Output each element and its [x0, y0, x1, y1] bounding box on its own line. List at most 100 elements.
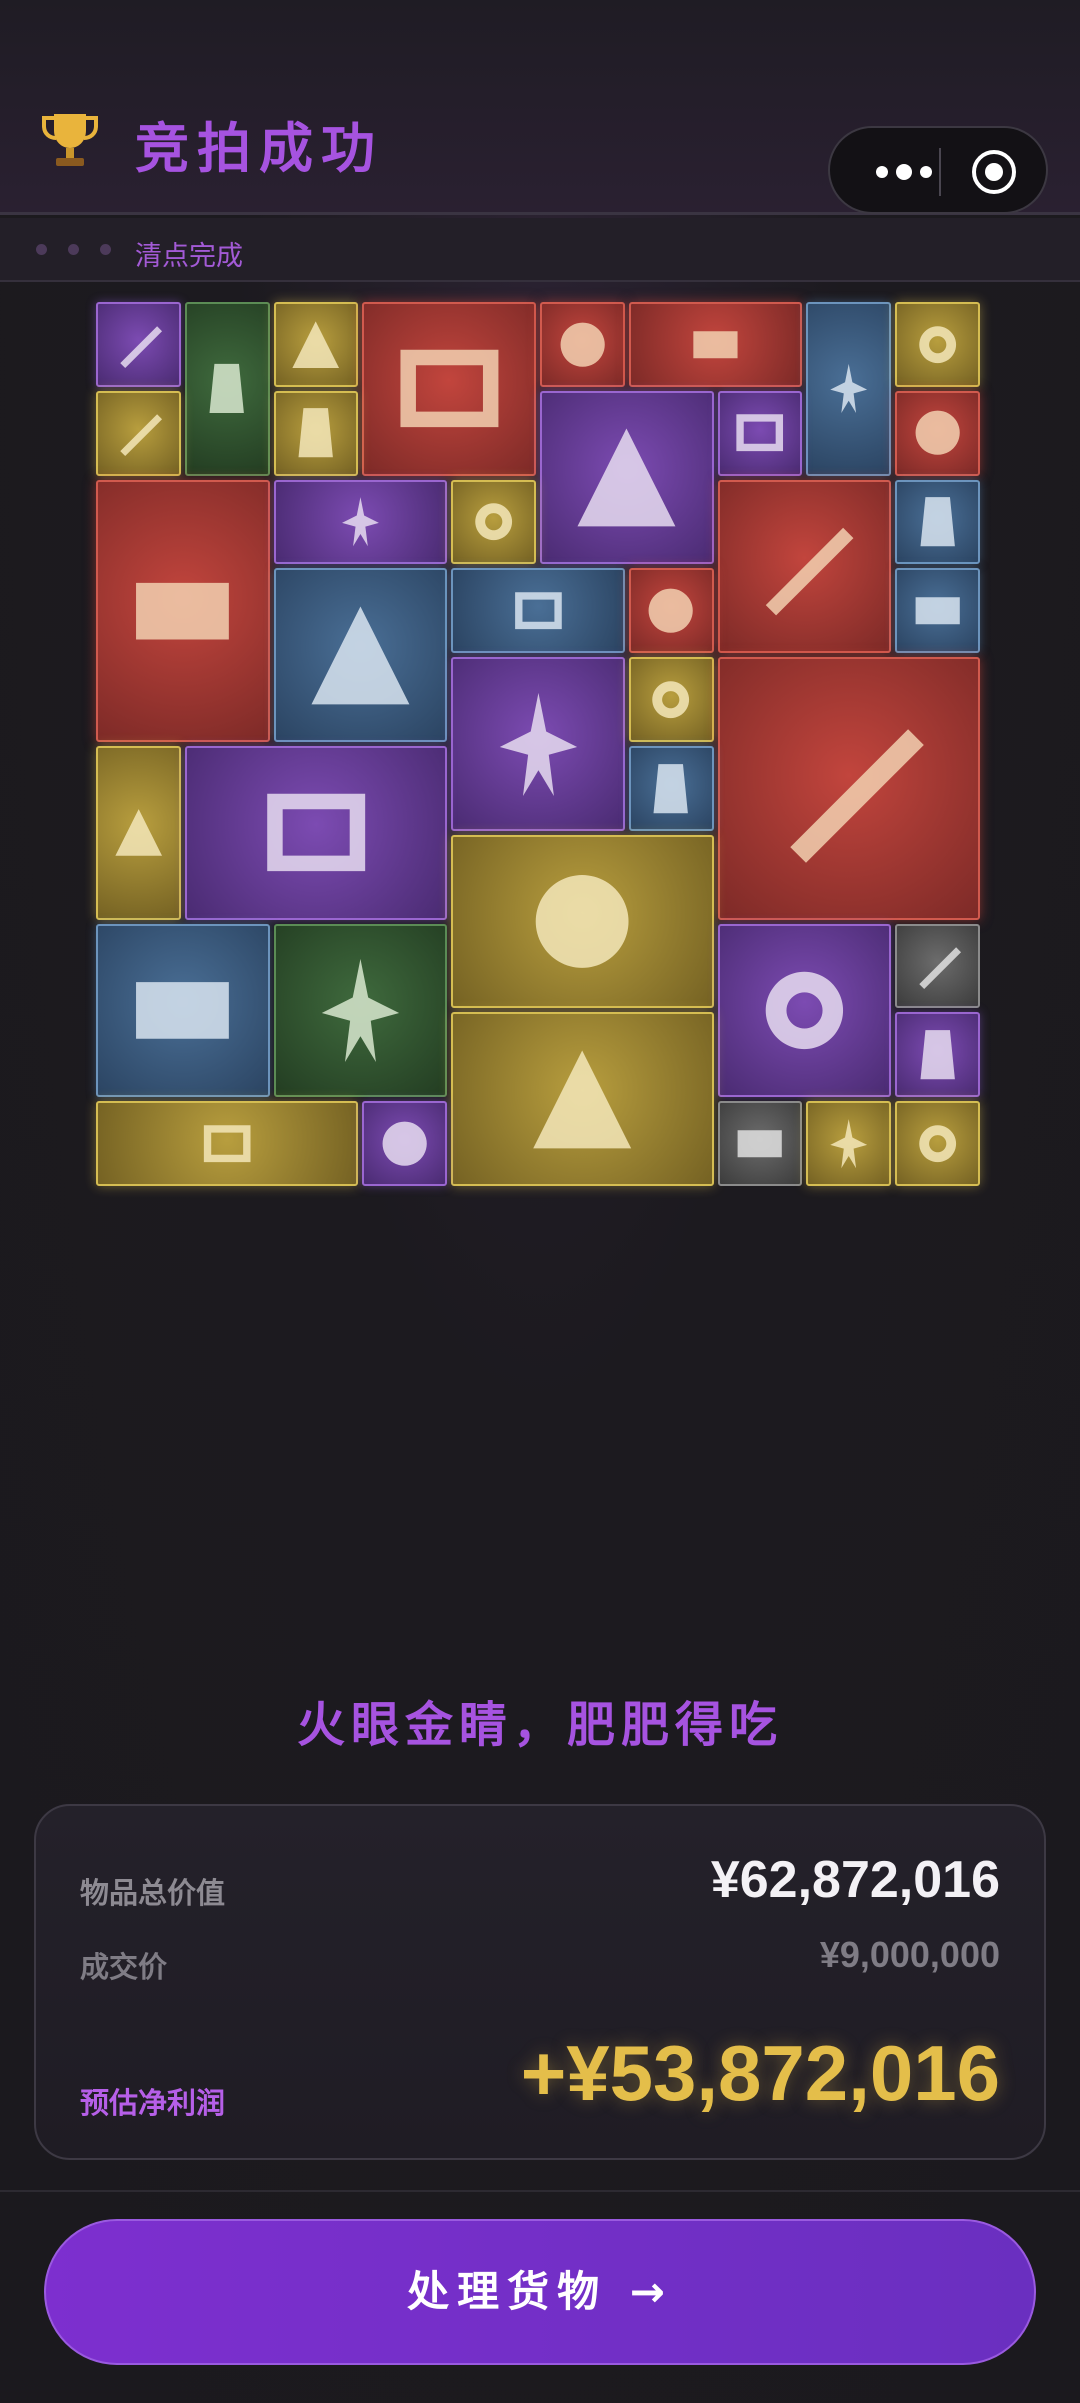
edc-pack-icon	[341, 497, 379, 547]
chip-icon	[919, 1125, 956, 1162]
loot-item-angle-grinder	[273, 923, 448, 1098]
bottle-icon	[652, 681, 690, 718]
progress-label: 清点完成	[135, 241, 243, 272]
progress-strip: 清点完成	[0, 218, 1080, 282]
power-meter-icon	[119, 414, 162, 457]
progress-dot	[36, 244, 47, 255]
ring-icon	[919, 325, 956, 363]
loot-item-framed-painting	[717, 657, 980, 920]
progress-dot	[68, 244, 79, 255]
generator-icon	[535, 875, 629, 968]
summary-card: 物品总价值 ¥62,872,016 成交价 ¥9,000,000 预估净利润 +…	[34, 1804, 1046, 2160]
orb-icon	[649, 588, 694, 633]
header-bar: 竞拍成功	[0, 0, 1080, 215]
loot-item-grinding-wheel	[895, 923, 980, 1009]
loot-item-orb	[628, 568, 714, 654]
loot-item-disk-drive	[806, 1101, 892, 1186]
loot-item-bust-statue	[96, 479, 270, 742]
loot-item-syringe	[362, 1101, 448, 1186]
caliper-icon	[920, 497, 955, 547]
smartwatch-icon	[653, 763, 689, 813]
target-circle-icon[interactable]	[970, 148, 1018, 196]
loot-item-caliper	[895, 479, 980, 565]
trophy-icon	[42, 114, 98, 166]
loot-item-smartwatch	[628, 746, 714, 831]
disk-drive-icon	[830, 1119, 868, 1169]
total-value-label: 物品总价值	[80, 1876, 226, 1910]
loot-item-chip	[895, 1101, 980, 1186]
drill-icon	[514, 592, 562, 630]
tin-can-icon	[920, 1030, 955, 1080]
engine-module-icon	[400, 350, 499, 428]
total-value: ¥62,872,016	[710, 1851, 1000, 1909]
loot-item-generator	[451, 1012, 714, 1186]
loot-item-coffee-machine	[540, 390, 714, 565]
loot-item-tin-can	[895, 1012, 980, 1098]
loot-item-figurine	[96, 746, 181, 920]
angle-grinder-icon	[321, 958, 400, 1062]
white-vest-icon	[736, 414, 784, 452]
lab-device-icon	[765, 971, 843, 1050]
page-title: 竞拍成功	[135, 117, 383, 180]
deal-price: ¥9,000,000	[819, 1934, 1000, 1975]
deal-price-label: 成交价	[80, 1950, 168, 1984]
loot-item-radio-device	[717, 479, 892, 654]
orb-icon	[560, 322, 605, 367]
loot-item-tiara	[96, 1101, 359, 1186]
loot-item-power-meter	[96, 390, 181, 476]
loot-item-car-battery	[184, 746, 448, 920]
loot-item-ballerina-statue	[806, 302, 892, 476]
snack-pack-icon	[292, 321, 340, 368]
progress-dot	[100, 244, 111, 255]
figurine-icon	[115, 809, 162, 857]
grinding-wheel-icon	[919, 947, 961, 990]
hard-drive-icon	[499, 692, 577, 796]
loot-item-mp3-player	[895, 568, 980, 654]
loot-item-compass	[895, 390, 980, 476]
loot-item-generator	[451, 834, 714, 1009]
loot-item-knife	[96, 302, 181, 387]
profit-label: 预估净利润	[80, 2086, 226, 2120]
car-battery-icon	[267, 794, 365, 872]
profit-value: +¥53,872,016	[520, 2029, 1000, 2117]
multimeter-icon	[475, 503, 512, 541]
syringe-icon	[382, 1121, 427, 1166]
loot-item-mouse	[717, 1101, 803, 1186]
coffee-machine-icon	[577, 428, 676, 527]
process-goods-button[interactable]: 处理货物 →	[44, 2219, 1036, 2365]
loot-item-hard-drive	[451, 657, 625, 831]
loot-item-bottle	[628, 657, 714, 742]
generator-icon	[533, 1050, 632, 1149]
loot-item-engine-module	[362, 302, 536, 476]
coffee-bag-icon	[209, 364, 245, 414]
mp3-player-icon	[915, 597, 960, 625]
knife-icon	[119, 325, 162, 368]
loot-item-lab-device	[717, 923, 892, 1098]
loot-grid	[94, 300, 982, 1188]
more-dots-icon[interactable]	[864, 150, 944, 194]
mouse-icon	[737, 1130, 783, 1158]
loot-item-multimeter	[451, 479, 536, 565]
auction-result-page: 竞拍成功 清点完成 火眼金睛，肥肥得吃 物品总价值 ¥62,872,016 成交…	[0, 0, 1080, 2403]
capsule-divider	[939, 148, 941, 196]
compass-icon	[915, 411, 960, 456]
mini-program-capsule	[828, 126, 1048, 214]
loot-item-orb	[540, 302, 625, 387]
bust-statue-icon	[136, 582, 230, 640]
tablet-device-icon	[693, 330, 738, 358]
radio-device-icon	[765, 527, 854, 616]
footer-divider	[0, 2190, 1080, 2192]
loot-item-magazine	[96, 923, 270, 1098]
magazine-icon	[136, 982, 230, 1039]
ballerina-statue-icon	[830, 364, 868, 414]
loot-item-thermometer-display	[273, 568, 448, 742]
tiara-icon	[203, 1125, 251, 1162]
loot-item-coffee-bag	[184, 302, 270, 476]
ssd-icon	[298, 408, 334, 458]
framed-painting-icon	[789, 729, 924, 863]
tagline: 火眼金睛，肥肥得吃	[296, 1697, 783, 1753]
loot-item-white-vest	[717, 390, 803, 476]
loot-item-tablet-device	[628, 302, 803, 387]
thermometer-display-icon	[311, 606, 410, 705]
loot-item-edc-pack	[273, 479, 448, 565]
